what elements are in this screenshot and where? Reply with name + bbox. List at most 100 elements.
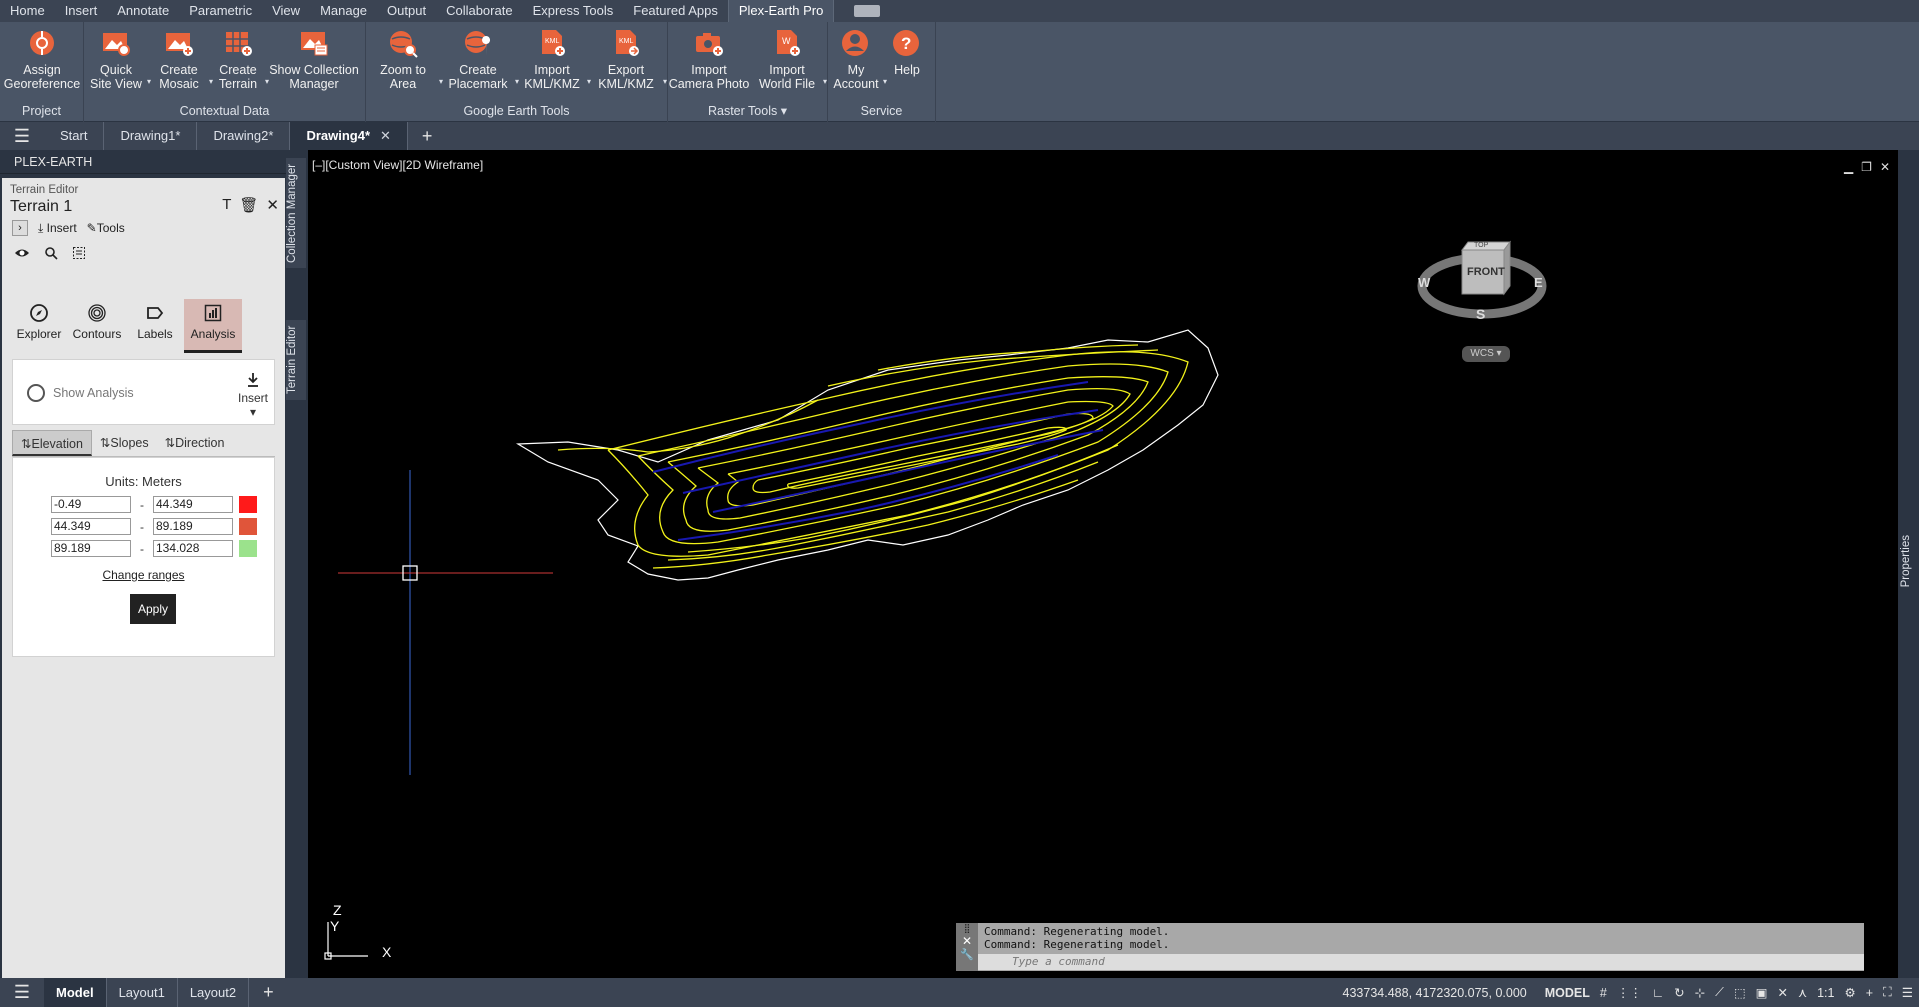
close-icon[interactable]: ✕ — [956, 934, 978, 948]
wrench-icon[interactable]: 🔧 — [956, 948, 978, 961]
transparency-icon[interactable]: ⬚ — [1734, 985, 1746, 1000]
autoscale-icon[interactable]: ⋏ — [1798, 985, 1807, 1000]
layout-tab-model[interactable]: Model — [44, 978, 107, 1007]
menu-icon[interactable]: ☰ — [0, 126, 44, 147]
range-to-input[interactable]: 44.349 — [153, 496, 233, 513]
selection-cycling-icon[interactable]: ▣ — [1756, 985, 1768, 1000]
import-kml-button[interactable]: KML Import KML/KMZ ▾ — [516, 26, 591, 91]
range-from-input[interactable]: -0.49 — [51, 496, 131, 513]
tab-start[interactable]: Start — [44, 122, 105, 150]
nav-explorer[interactable]: Explorer — [10, 299, 68, 353]
range-color-swatch[interactable] — [239, 518, 257, 535]
eye-icon[interactable] — [14, 246, 30, 265]
drawing-viewport[interactable]: [–][Custom View][2D Wireframe] ▁ ❐ ✕ Z Y… — [308, 150, 1898, 978]
model-space-toggle[interactable]: MODEL — [1545, 986, 1590, 1000]
close-icon[interactable]: ✕ — [380, 128, 391, 143]
ortho-icon[interactable]: ∟ — [1652, 986, 1664, 1000]
range-color-swatch[interactable] — [239, 496, 257, 513]
tab-plex-earth-pro[interactable]: Plex-Earth Pro — [727, 0, 835, 22]
tab-express-tools[interactable]: Express Tools — [523, 0, 624, 22]
viewcube[interactable]: TOP FRONT W E S — [1416, 228, 1548, 328]
customize-icon[interactable]: ☰ — [1902, 985, 1913, 1000]
tab-view[interactable]: View — [262, 0, 310, 22]
zoom-to-area-button[interactable]: Zoom to Area ▾ — [366, 26, 443, 91]
command-input[interactable]: Type a command — [978, 954, 1864, 970]
delete-icon[interactable]: 🗑 — [239, 196, 258, 214]
range-from-input[interactable]: 44.349 — [51, 518, 131, 535]
compass-e-label[interactable]: E — [1534, 275, 1543, 290]
plus-icon[interactable]: + — [1866, 986, 1873, 1000]
range-to-input[interactable]: 89.189 — [153, 518, 233, 535]
show-analysis-radio[interactable] — [27, 384, 45, 402]
insert-menu[interactable]: ⤓ Insert — [38, 221, 77, 236]
tab-drawing4[interactable]: Drawing4* ✕ — [290, 122, 408, 150]
help-button[interactable]: ? Help — [884, 26, 930, 77]
import-world-file-button[interactable]: W Import World File ▾ — [750, 26, 827, 91]
tab-insert[interactable]: Insert — [55, 0, 108, 22]
new-layout-icon[interactable]: + — [249, 982, 288, 1003]
gear-icon[interactable]: ⚙ — [1844, 985, 1855, 1000]
create-placemark-button[interactable]: Create Placemark ▾ — [440, 26, 519, 91]
tab-output[interactable]: Output — [377, 0, 436, 22]
annotation-scale[interactable]: 1:1 — [1817, 986, 1834, 1000]
subtab-elevation[interactable]: ⇅Elevation — [12, 430, 92, 456]
range-color-swatch[interactable] — [239, 540, 257, 557]
snap-icon[interactable]: ⋮⋮ — [1617, 985, 1642, 1000]
properties-tab[interactable]: Properties — [1900, 535, 1912, 587]
tab-featured-apps[interactable]: Featured Apps — [623, 0, 728, 22]
nav-contours[interactable]: Contours — [68, 299, 126, 353]
chevron-down-icon[interactable]: ▾ — [663, 75, 667, 89]
grip-icon[interactable]: ⣿ — [956, 923, 978, 934]
text-tool-icon[interactable]: T — [222, 196, 231, 214]
subtab-slopes[interactable]: ⇅Slopes — [92, 430, 157, 456]
select-area-icon[interactable] — [72, 246, 86, 265]
collection-manager-tab[interactable]: Collection Manager — [286, 158, 306, 268]
tab-drawing1[interactable]: Drawing1* — [104, 122, 198, 150]
chevron-down-icon[interactable]: ▾ — [883, 75, 887, 89]
fullscreen-icon[interactable]: ⛶ — [1883, 985, 1892, 1000]
create-mosaic-button[interactable]: Create Mosaic ▾ — [148, 26, 213, 91]
new-tab-icon[interactable]: + — [408, 126, 447, 147]
wcs-menu[interactable]: WCS ▾ — [1462, 346, 1510, 362]
range-from-input[interactable]: 89.189 — [51, 540, 131, 557]
panel-title-raster-tools[interactable]: Raster Tools ▾ — [668, 102, 827, 122]
terrain-editor-tab[interactable]: Terrain Editor — [286, 320, 306, 400]
nav-labels[interactable]: Labels — [126, 299, 184, 353]
lineweight-icon[interactable]: ⟋ — [1715, 985, 1724, 1000]
quick-site-view-button[interactable]: Quick Site View ▾ — [84, 26, 151, 91]
assign-georeference-button[interactable]: Assign Georeference — [0, 26, 84, 91]
coordinates-readout[interactable]: 433734.488, 4172320.075, 0.000 — [1335, 986, 1535, 1000]
tab-annotate[interactable]: Annotate — [107, 0, 179, 22]
insert-analysis-button[interactable]: Insert ▾ — [238, 372, 268, 419]
my-account-button[interactable]: My Account ▾ — [828, 26, 887, 91]
ribbon-options-icon[interactable] — [854, 5, 881, 17]
grid-icon[interactable]: # — [1600, 986, 1607, 1000]
tab-parametric[interactable]: Parametric — [179, 0, 262, 22]
osnap-icon[interactable]: ⊹ — [1695, 985, 1705, 1000]
range-to-input[interactable]: 134.028 — [153, 540, 233, 557]
layout-tab-layout2[interactable]: Layout2 — [178, 978, 250, 1007]
subtab-direction[interactable]: ⇅Direction — [157, 430, 233, 456]
close-icon[interactable]: ✕ — [266, 196, 279, 214]
layout-tab-layout1[interactable]: Layout1 — [107, 978, 178, 1007]
compass-s-label[interactable]: S — [1476, 306, 1485, 322]
tab-collaborate[interactable]: Collaborate — [436, 0, 523, 22]
export-kml-button[interactable]: KML Export KML/KMZ ▾ — [588, 26, 667, 91]
compass-w-label[interactable]: W — [1418, 275, 1430, 290]
search-icon[interactable] — [44, 246, 58, 265]
nav-analysis[interactable]: Analysis — [184, 299, 242, 353]
annotation-visibility-icon[interactable]: ✕ — [1777, 985, 1787, 1000]
import-camera-photo-button[interactable]: Import Camera Photo — [668, 26, 750, 91]
apply-button[interactable]: Apply — [130, 594, 176, 624]
tab-drawing2[interactable]: Drawing2* — [197, 122, 291, 150]
show-collection-manager-button[interactable]: Show Collection Manager — [266, 26, 362, 91]
menu-icon[interactable]: ☰ — [0, 982, 44, 1003]
change-ranges-link[interactable]: Change ranges — [13, 568, 274, 582]
chevron-down-icon[interactable]: ▾ — [823, 75, 827, 89]
expand-icon[interactable]: › — [12, 220, 28, 236]
tab-home[interactable]: Home — [0, 0, 55, 22]
tab-manage[interactable]: Manage — [310, 0, 377, 22]
tools-menu[interactable]: ✎Tools — [87, 221, 125, 235]
create-terrain-button[interactable]: Create Terrain ▾ — [210, 26, 269, 91]
polar-icon[interactable]: ↻ — [1674, 985, 1684, 1000]
